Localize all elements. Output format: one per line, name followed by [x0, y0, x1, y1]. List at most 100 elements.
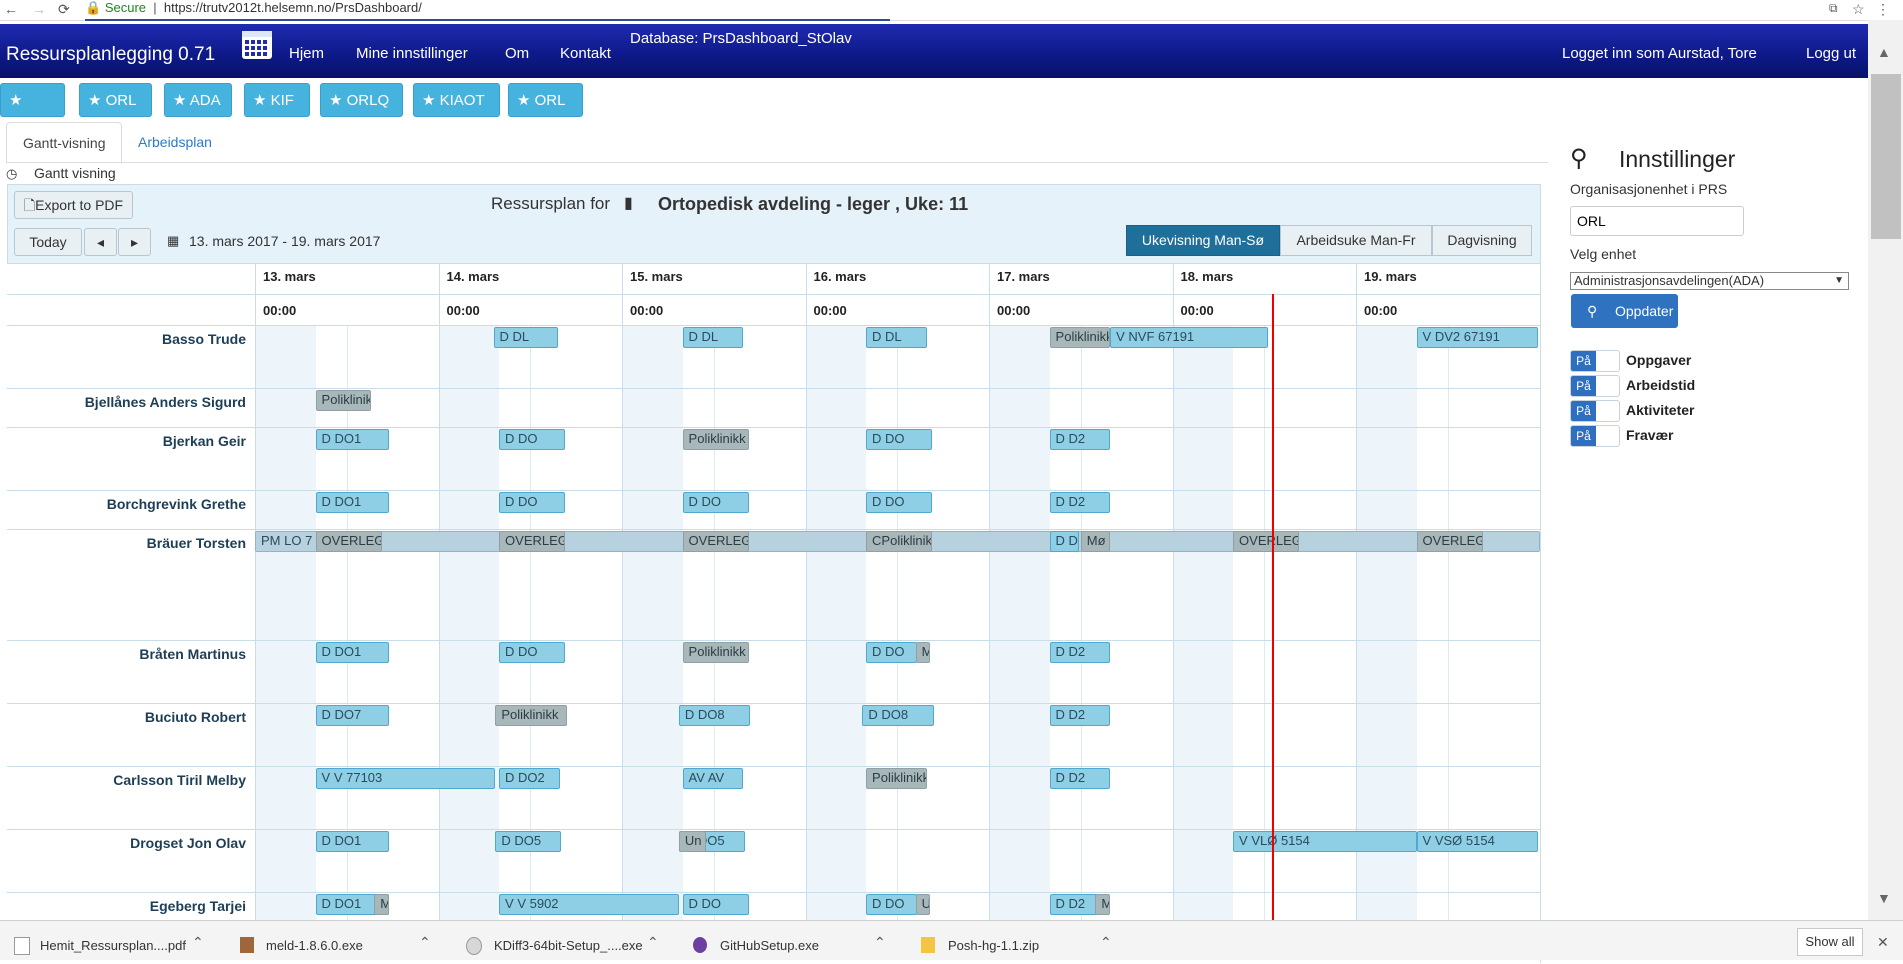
view-week-button[interactable]: Ukevisning Man-Sø [1126, 225, 1280, 256]
gantt-event[interactable]: D DO1 [315, 429, 389, 450]
gantt-event[interactable]: D D2 [1049, 705, 1111, 726]
gantt-event[interactable]: D D [1049, 531, 1079, 552]
close-icon[interactable]: ✕ [1877, 934, 1889, 951]
app-brand[interactable]: Ressursplanlegging 0.71 [6, 44, 215, 66]
gantt-event[interactable]: D DL [682, 327, 744, 348]
fav-button-ada[interactable]: ★ ADA [164, 83, 232, 117]
org-input[interactable] [1570, 206, 1744, 236]
gantt-event[interactable]: D D2 [1049, 894, 1098, 915]
forward-icon[interactable]: → [32, 1, 46, 17]
gantt-event[interactable]: D DO [682, 894, 749, 915]
nav-kontakt[interactable]: Kontakt [560, 45, 611, 62]
gantt-event[interactable]: D DO [682, 492, 749, 513]
gantt-event[interactable]: OVERLEG [682, 531, 749, 552]
gantt-event[interactable]: M [1095, 894, 1111, 915]
gantt-event[interactable]: D D2 [1049, 492, 1111, 513]
gantt-event[interactable]: D DO1 [315, 642, 389, 663]
chevron-up-icon[interactable]: ⌃ [419, 934, 431, 951]
download-item[interactable]: Posh-hg-1.1.zip [948, 938, 1039, 953]
gantt-event[interactable]: D DO5 [495, 831, 562, 852]
gantt-event[interactable]: M [915, 642, 931, 663]
gantt-event[interactable]: U [915, 894, 931, 915]
gantt-event[interactable]: D DO [499, 492, 566, 513]
download-item[interactable]: Hemit_Ressursplan....pdf [40, 938, 186, 953]
gantt-event[interactable]: Mø 3 [1080, 531, 1111, 552]
gantt-event[interactable]: D DO8 [678, 705, 751, 726]
toggle-switch[interactable]: På [1570, 425, 1620, 447]
address-bar[interactable]: 🔒 Secure | https://trutv2012t.helsemn.no… [85, 0, 890, 21]
scroll-up-icon[interactable]: ▲ [1877, 44, 1891, 60]
gantt-event[interactable]: Poliklinikk [682, 429, 749, 450]
gantt-event[interactable]: V VLØ 5154 [1233, 831, 1417, 852]
gantt-event[interactable]: D DO1 [315, 831, 389, 852]
chevron-up-icon[interactable]: ⌃ [1100, 934, 1112, 951]
gantt-event[interactable]: V DV2 67191 [1416, 327, 1538, 348]
gantt-event[interactable]: D DO [866, 894, 918, 915]
gantt-event[interactable]: V NVF 67191 [1110, 327, 1268, 348]
view-workweek-button[interactable]: Arbeidsuke Man-Fr [1280, 225, 1432, 256]
toggle-switch[interactable]: På [1570, 375, 1620, 397]
download-item[interactable]: GitHubSetup.exe [720, 938, 819, 953]
gantt-event[interactable]: Poliklinikk [495, 705, 567, 726]
reload-icon[interactable]: ⟳ [58, 1, 70, 18]
export-pdf-button[interactable]: 🗋Export to PDF [14, 191, 133, 219]
gantt-event[interactable]: CPoliklinikk [866, 531, 933, 552]
download-item[interactable]: KDiff3-64bit-Setup_....exe [494, 938, 643, 953]
gantt-event[interactable]: M [374, 894, 389, 915]
fav-button-kiaot[interactable]: ★ KIAOT [413, 83, 500, 117]
update-button[interactable]: ⚲ Oppdater [1571, 294, 1678, 328]
toggle-switch[interactable]: På [1570, 400, 1620, 422]
toggle-switch[interactable]: På [1570, 350, 1620, 372]
show-all-button[interactable]: Show all [1797, 928, 1863, 956]
gantt-event[interactable]: AV AV [682, 768, 744, 789]
gantt-event[interactable]: D DO [866, 642, 918, 663]
gantt-event[interactable]: Poliklinikk [682, 642, 749, 663]
gantt-event[interactable]: V V 5902 [499, 894, 679, 915]
gantt-event[interactable]: D DO2 [499, 768, 560, 789]
nav-hjem[interactable]: Hjem [289, 45, 324, 62]
gantt-event[interactable]: OVERLEG [1416, 531, 1483, 552]
gantt-event[interactable]: D DO [866, 492, 933, 513]
scrollbar-thumb[interactable] [1871, 74, 1901, 239]
tab-gantt-visning[interactable]: Gantt-visning [6, 122, 123, 164]
nav-om[interactable]: Om [505, 45, 529, 62]
fav-button-ork[interactable]: ★ ORK [0, 83, 65, 143]
scroll-down-icon[interactable]: ▼ [1877, 890, 1891, 906]
prev-week-button[interactable]: ◂ [84, 228, 117, 256]
menu-icon[interactable]: ⋮ [1876, 1, 1890, 18]
chevron-up-icon[interactable]: ⌃ [192, 934, 204, 951]
translate-icon[interactable]: ⧉ [1829, 1, 1838, 16]
gantt-event[interactable]: V V 77103 [315, 768, 496, 789]
bookmark-star-icon[interactable]: ☆ [1852, 1, 1865, 18]
fav-button-orl[interactable]: ★ ORL [79, 83, 152, 117]
gantt-event[interactable]: D DO8 [862, 705, 934, 726]
next-week-button[interactable]: ▸ [118, 228, 151, 256]
gantt-event[interactable]: OVERLEG [499, 531, 566, 552]
gantt-event[interactable]: Un [678, 831, 707, 852]
gantt-event[interactable]: OVERLEG [315, 531, 382, 552]
tab-arbeidsplan[interactable]: Arbeidsplan [122, 122, 228, 162]
gantt-event[interactable]: D DO [866, 429, 933, 450]
gantt-event[interactable]: OVERLEG [1233, 531, 1300, 552]
gantt-event[interactable]: D DL [866, 327, 927, 348]
nav-mine-innstillinger[interactable]: Mine innstillinger [356, 45, 468, 62]
download-item[interactable]: meld-1.8.6.0.exe [266, 938, 363, 953]
fav-button-kif[interactable]: ★ KIF [244, 83, 310, 117]
gantt-event[interactable]: D DO7 [315, 705, 389, 726]
gantt-event[interactable]: Poliklinikk [315, 390, 371, 411]
unit-select[interactable]: Administrasjonsavdelingen(ADA) ▼ [1570, 272, 1849, 290]
gantt-event[interactable]: Poliklinikk [1049, 327, 1111, 348]
gantt-event[interactable]: D DO [499, 642, 566, 663]
gantt-event[interactable]: D D2 [1049, 642, 1111, 663]
gantt-event[interactable]: D DL [493, 327, 558, 348]
gantt-event[interactable]: D D2 [1049, 429, 1111, 450]
fav-button-orl-2[interactable]: ★ ORL [508, 83, 583, 117]
gantt-event[interactable]: D D2 [1049, 768, 1111, 789]
gantt-event[interactable]: Poliklinikk [866, 768, 927, 789]
gantt-event[interactable]: D DO [499, 429, 566, 450]
view-day-button[interactable]: Dagvisning [1432, 225, 1532, 256]
fav-button-orlq[interactable]: ★ ORLQ [320, 83, 403, 117]
gantt-event[interactable]: V VSØ 5154 [1416, 831, 1538, 852]
gantt-event[interactable]: D DO1 [315, 492, 389, 513]
logout-link[interactable]: Logg ut [1806, 45, 1856, 62]
